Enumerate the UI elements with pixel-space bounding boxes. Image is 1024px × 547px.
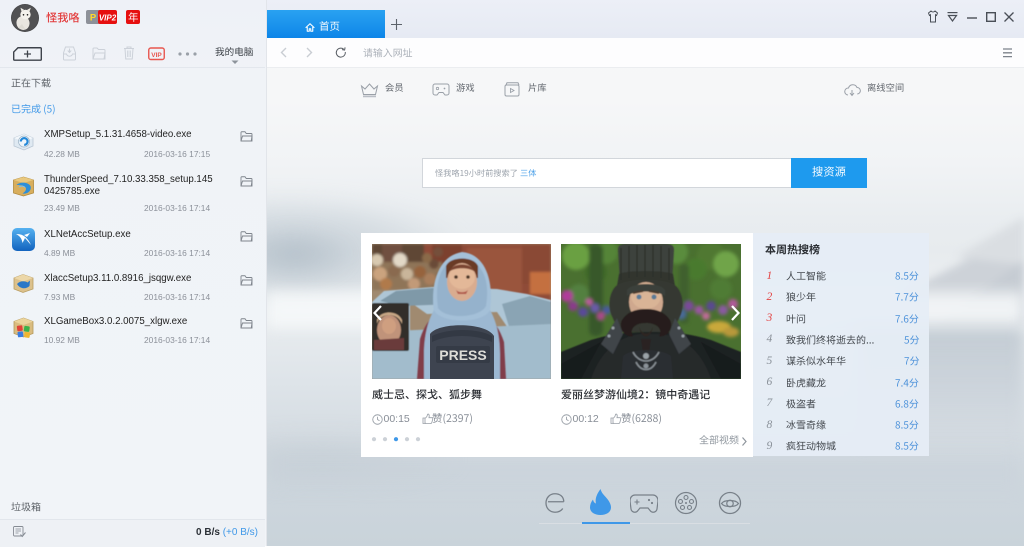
svg-text:P: P: [90, 13, 97, 24]
svg-text:VIP: VIP: [151, 52, 162, 59]
svg-text:PRESS: PRESS: [439, 347, 486, 363]
svg-text:VIP2: VIP2: [99, 14, 117, 23]
